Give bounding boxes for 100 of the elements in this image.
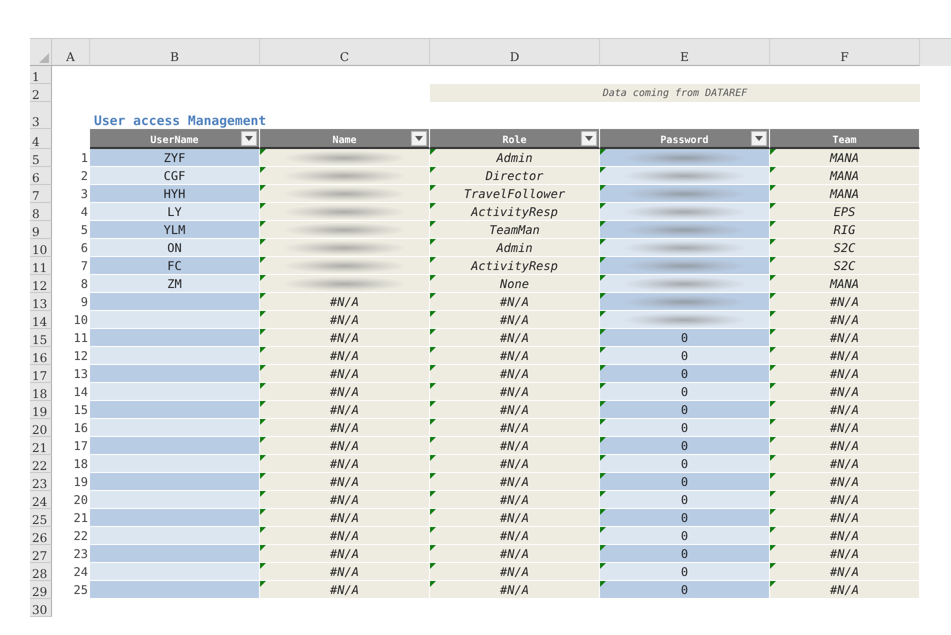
row-index: 16 [72,420,89,437]
filter-button[interactable] [751,131,767,146]
row-header[interactable]: 29 [30,581,52,599]
table-cell: #N/A [260,311,430,329]
table-cell: #N/A [770,383,920,401]
table-cell: MANA [770,167,920,185]
row-header[interactable]: 12 [30,275,52,293]
table-cell: #N/A [430,383,600,401]
row-header[interactable]: 2 [30,84,52,102]
caret-icon [755,136,763,141]
table-cell: TravelFollower [430,185,600,203]
table-cell: #N/A [430,581,600,599]
table-cell: #N/A [260,527,430,545]
row-header[interactable]: 5 [30,149,52,167]
row-index: 22 [72,528,89,545]
row-header[interactable]: 22 [30,455,52,473]
row-index: 1 [80,150,89,167]
table-cell: #N/A [430,491,600,509]
row-header[interactable]: 16 [30,347,52,365]
row-index: 17 [72,438,89,455]
table-cell: #N/A [430,545,600,563]
row-header[interactable]: 18 [30,383,52,401]
table-cell: #N/A [770,401,920,419]
table-cell: 0 [600,563,770,581]
table-cell: #N/A [770,545,920,563]
table-cell: #N/A [260,293,430,311]
row-header[interactable]: 4 [30,129,52,149]
table-cell: 0 [600,437,770,455]
filter-button[interactable] [411,131,427,146]
table-cell: 0 [600,581,770,599]
row-header[interactable]: 6 [30,167,52,185]
table-cell: None [430,275,600,293]
filter-button[interactable] [241,131,257,146]
table-cell: MANA [770,149,920,167]
row-header[interactable]: 13 [30,293,52,311]
column-label: Role [502,135,527,147]
table-cell: #N/A [430,527,600,545]
table-cell: #N/A [770,473,920,491]
table-cell: #N/A [260,545,430,563]
row-index: 3 [80,186,89,203]
table-cell: ActivityResp [430,257,600,275]
row-index: 18 [72,456,89,473]
row-header[interactable]: 14 [30,311,52,329]
row-index: 4 [80,204,89,221]
caret-icon [245,136,253,141]
table-cell: #N/A [430,437,600,455]
table-cell: #N/A [430,329,600,347]
row-header[interactable]: 25 [30,509,52,527]
row-index: 5 [80,222,89,239]
row-index: 6 [80,240,89,257]
table-cell: 0 [600,347,770,365]
table-cell: MANA [770,275,920,293]
row-header[interactable]: 10 [30,239,52,257]
row-header[interactable]: 23 [30,473,52,491]
row-header[interactable]: 26 [30,527,52,545]
column-header[interactable]: F [770,39,920,66]
column-header[interactable]: C [260,39,430,66]
row-index: 11 [72,330,89,347]
note-cell: Data coming from DATAREF [430,84,920,102]
row-header[interactable]: 20 [30,419,52,437]
table-cell: CGF [90,167,260,185]
row-header[interactable]: 17 [30,365,52,383]
table-cell: 0 [600,365,770,383]
row-header[interactable]: 11 [30,257,52,275]
row-index: 12 [72,348,89,365]
filter-button[interactable] [581,131,597,146]
row-index: 2 [80,168,89,185]
column-header[interactable]: B [90,39,260,66]
row-header[interactable]: 1 [30,66,52,84]
row-header[interactable]: 7 [30,185,52,203]
row-header[interactable]: 30 [30,599,52,617]
table-cell: #N/A [260,581,430,599]
table-cell: #N/A [260,401,430,419]
row-header[interactable]: 8 [30,203,52,221]
column-header[interactable]: E [600,39,770,66]
row-header[interactable]: 3 [30,102,52,129]
column-label: UserName [150,135,199,147]
row-header[interactable]: 24 [30,491,52,509]
table-cell: 0 [600,401,770,419]
table-cell: #N/A [770,437,920,455]
table-cell: #N/A [260,329,430,347]
row-header[interactable]: 28 [30,563,52,581]
table-cell: #N/A [260,437,430,455]
table-cell: LY [90,203,260,221]
table-cell: #N/A [430,293,600,311]
column-header[interactable]: A [52,39,90,66]
row-header[interactable]: 19 [30,401,52,419]
table-cell: ZM [90,275,260,293]
column-header[interactable]: D [430,39,600,66]
table-cell: #N/A [260,455,430,473]
table-cell: 0 [600,509,770,527]
row-header[interactable]: 9 [30,221,52,239]
table-cell: #N/A [430,401,600,419]
row-header[interactable]: 21 [30,437,52,455]
column-label: Name [332,135,357,147]
table-cell: FC [90,257,260,275]
table-cell: #N/A [260,347,430,365]
row-header[interactable]: 27 [30,545,52,563]
table-cell: #N/A [430,473,600,491]
row-header[interactable]: 15 [30,329,52,347]
